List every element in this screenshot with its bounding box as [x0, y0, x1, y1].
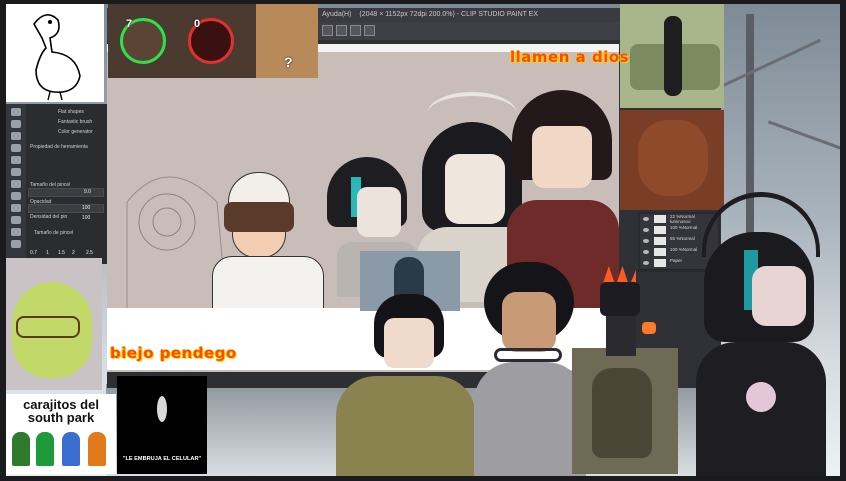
tool-icon[interactable] [11, 180, 21, 188]
robot-head [600, 282, 640, 316]
hair [224, 202, 294, 232]
doge-sticker: ? [256, 4, 318, 78]
face [532, 126, 592, 188]
boar-figure [592, 368, 652, 458]
kid-1 [12, 432, 30, 466]
hoodie [474, 362, 586, 476]
character-beanie [202, 172, 324, 314]
preset-size[interactable]: 1 [46, 250, 49, 256]
subtool-fantastic-brush[interactable]: Fantastic brush [58, 119, 92, 125]
tool-icon[interactable] [11, 108, 21, 116]
south-park-caption: carajitos del south park [23, 397, 99, 425]
character-hoodie-green [336, 294, 476, 476]
tool-icon[interactable] [11, 156, 21, 164]
tool-icon[interactable] [11, 240, 21, 248]
girl-on-couch-sticker [620, 4, 724, 108]
toolbar-button[interactable] [322, 25, 333, 36]
eye-icon[interactable] [643, 261, 649, 265]
tool-icon[interactable] [11, 132, 21, 140]
panel-title: Propiedad de herramienta [30, 144, 88, 150]
caption-llamen-a-dios: llamen a dios [510, 48, 630, 66]
south-park-sticker: carajitos del south park [6, 394, 116, 474]
robot-body [606, 316, 636, 356]
dodo-sketch-sticker [6, 4, 104, 102]
eye-icon[interactable] [643, 250, 649, 254]
character-antlers [682, 192, 832, 476]
subtool-color-generator[interactable]: Color generator [58, 129, 93, 135]
snow-tree-branch [767, 120, 840, 151]
hoodie [336, 376, 476, 476]
face [357, 187, 401, 237]
tool-icon[interactable] [11, 120, 21, 128]
badge-right-number: 0 [194, 18, 201, 30]
kid-4 [88, 432, 106, 466]
layer-thumbnail [654, 226, 666, 234]
kid-3 [62, 432, 80, 466]
brush-size-slider[interactable] [28, 188, 104, 197]
jacket [212, 256, 324, 314]
character-curly-hair [474, 262, 586, 476]
density-value: 100 [82, 215, 91, 221]
tool-icon[interactable] [11, 228, 21, 236]
toolbar-button[interactable] [350, 25, 361, 36]
face [752, 266, 806, 326]
tool-column [6, 104, 26, 264]
eye-icon[interactable] [643, 217, 649, 221]
badge-left-number: 7 [126, 18, 133, 30]
density-label: Densidad del pin [30, 214, 68, 220]
preset-size[interactable]: 1.5 [58, 250, 65, 256]
toolbar-button[interactable] [336, 25, 347, 36]
layer-info: Paper [670, 258, 683, 263]
glasses [16, 316, 80, 338]
title-text: (2048 × 1152px 72dpi 200.0%) - CLIP STUD… [359, 11, 539, 18]
face [445, 154, 505, 224]
tool-icon[interactable] [11, 204, 21, 212]
headphones [494, 348, 562, 362]
preset-size[interactable]: 2.5 [86, 250, 93, 256]
robot-hand [642, 322, 656, 334]
toolbar-button[interactable] [364, 25, 375, 36]
brush-preset-label: Tamaño de pincel [34, 230, 74, 236]
tool-icon[interactable] [11, 216, 21, 224]
layer-thumbnail [654, 237, 666, 245]
meme-badges: 7 0 [108, 4, 256, 78]
layer-thumbnail [654, 215, 666, 223]
caption-biejo-pendego: biejo pendego [110, 344, 237, 362]
eye-icon[interactable] [643, 228, 649, 232]
black-meme-box: "LE EMBRUJA EL CELULAR" [117, 376, 207, 474]
desktop-collage: Ayuda(H) (2048 × 1152px 72dpi 200.0%) - … [6, 4, 840, 476]
opacity-slider[interactable] [28, 204, 104, 213]
character-robot-head [596, 266, 662, 362]
tool-icon[interactable] [11, 168, 21, 176]
figure [664, 16, 682, 96]
doge-question: ? [284, 54, 293, 70]
puppy-face [638, 120, 708, 196]
eye-icon[interactable] [643, 239, 649, 243]
black-box-caption: "LE EMBRUJA EL CELULAR" [122, 456, 202, 462]
ghost-figure [157, 396, 167, 422]
subtool-flat-shapes[interactable]: Flat shapes [58, 109, 84, 115]
preset-size[interactable]: 0.7 [30, 250, 37, 256]
pear-character-sticker [6, 258, 102, 390]
face [502, 292, 556, 352]
tool-property-panel: Flat shapes Fantastic brush Color genera… [6, 104, 107, 264]
layer-thumbnail [654, 248, 666, 256]
dodo-drawing [33, 14, 81, 101]
boar-photo-sticker [572, 348, 678, 474]
tool-icon[interactable] [11, 192, 21, 200]
tool-icon[interactable] [11, 144, 21, 152]
face [384, 318, 434, 368]
kid-2 [36, 432, 54, 466]
help-menu[interactable]: Ayuda(H) [322, 11, 351, 18]
brush-size-value: 9.0 [84, 189, 91, 195]
opacity-value: 100 [82, 205, 91, 211]
snow-tree-branch [710, 38, 822, 93]
shirt-print [746, 382, 776, 412]
preset-size[interactable]: 2 [72, 250, 75, 256]
